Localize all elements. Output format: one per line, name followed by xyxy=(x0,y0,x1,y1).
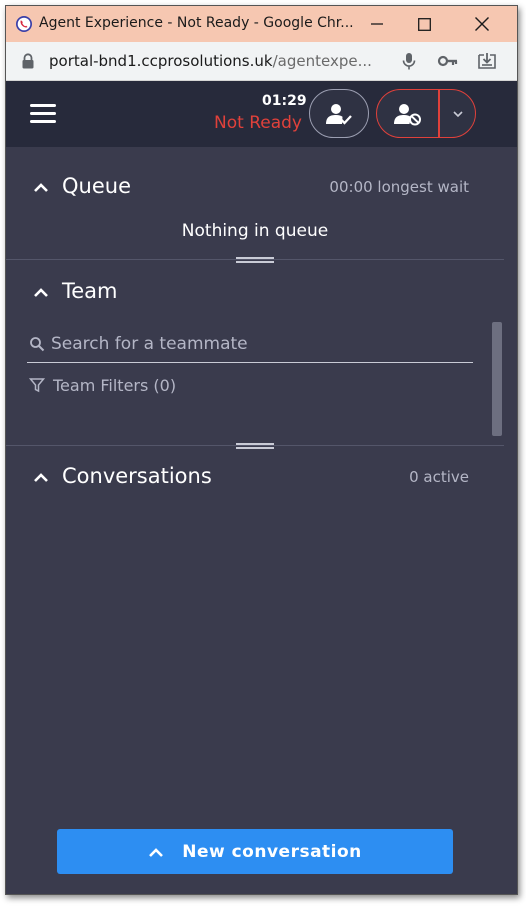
chevron-up-icon[interactable] xyxy=(33,471,49,483)
team-filters-button[interactable]: Team Filters (0) xyxy=(29,373,176,397)
address-bar[interactable]: portal-bnd1.ccprosolutions.uk/agentexpe.… xyxy=(6,42,517,81)
search-input[interactable] xyxy=(51,330,461,358)
main-panel: Queue 00:00 longest wait Nothing in queu… xyxy=(6,147,517,894)
status-timer: 01:29 xyxy=(262,93,307,109)
conversations-section-header[interactable]: Conversations 0 active xyxy=(6,458,517,498)
key-icon[interactable] xyxy=(437,51,459,71)
queue-divider xyxy=(6,259,504,260)
not-ready-button[interactable] xyxy=(376,89,476,138)
team-divider xyxy=(6,445,504,446)
queue-title: Queue xyxy=(62,174,131,198)
new-conversation-label: New conversation xyxy=(182,841,362,862)
maximize-button[interactable] xyxy=(401,6,447,42)
menu-icon[interactable] xyxy=(30,104,56,124)
url-text[interactable]: portal-bnd1.ccprosolutions.uk/agentexpe.… xyxy=(49,52,372,70)
queue-empty-message: Nothing in queue xyxy=(181,221,329,241)
app-header: 01:29 Not Ready xyxy=(6,81,517,147)
install-app-icon[interactable] xyxy=(476,51,498,71)
user-blocked-icon xyxy=(394,103,421,125)
agent-status: Not Ready xyxy=(214,113,302,133)
chevron-up-icon[interactable] xyxy=(33,286,49,298)
close-button[interactable] xyxy=(459,6,505,42)
queue-section-header[interactable]: Queue 00:00 longest wait xyxy=(6,168,517,208)
ready-button[interactable] xyxy=(309,89,369,138)
team-resize-handle[interactable] xyxy=(236,443,274,449)
maximize-icon xyxy=(417,17,431,31)
window-title: Agent Experience - Not Ready - Google Ch… xyxy=(39,15,354,31)
conversations-title: Conversations xyxy=(62,464,212,488)
status-dropdown-button[interactable] xyxy=(440,90,475,137)
minimize-button[interactable] xyxy=(354,6,400,42)
url-path: /agentexpe... xyxy=(272,52,372,70)
queue-longest-wait: 00:00 longest wait xyxy=(329,178,469,196)
teammate-search[interactable] xyxy=(27,326,473,363)
scrollbar[interactable] xyxy=(492,322,502,436)
search-icon xyxy=(30,337,45,352)
close-icon xyxy=(475,17,489,31)
user-check-icon xyxy=(326,103,352,125)
chevron-up-icon[interactable] xyxy=(33,181,49,193)
microphone-icon[interactable] xyxy=(398,51,420,71)
chevron-down-icon xyxy=(452,110,463,117)
team-section-header[interactable]: Team xyxy=(6,273,517,313)
browser-window: Agent Experience - Not Ready - Google Ch… xyxy=(5,5,518,895)
not-ready-main[interactable] xyxy=(377,90,439,137)
minimize-icon xyxy=(371,23,383,25)
conversations-active-count: 0 active xyxy=(409,468,469,486)
chevron-up-icon xyxy=(149,847,164,857)
url-host: portal-bnd1.ccprosolutions.uk xyxy=(49,52,273,70)
new-conversation-button[interactable]: New conversation xyxy=(57,829,453,874)
lock-icon xyxy=(22,53,34,69)
team-filters-label: Team Filters (0) xyxy=(53,375,177,395)
queue-resize-handle[interactable] xyxy=(236,257,274,263)
filter-icon xyxy=(29,378,45,393)
title-bar: Agent Experience - Not Ready - Google Ch… xyxy=(6,6,517,42)
app-logo-icon xyxy=(16,16,32,32)
team-title: Team xyxy=(62,279,118,303)
